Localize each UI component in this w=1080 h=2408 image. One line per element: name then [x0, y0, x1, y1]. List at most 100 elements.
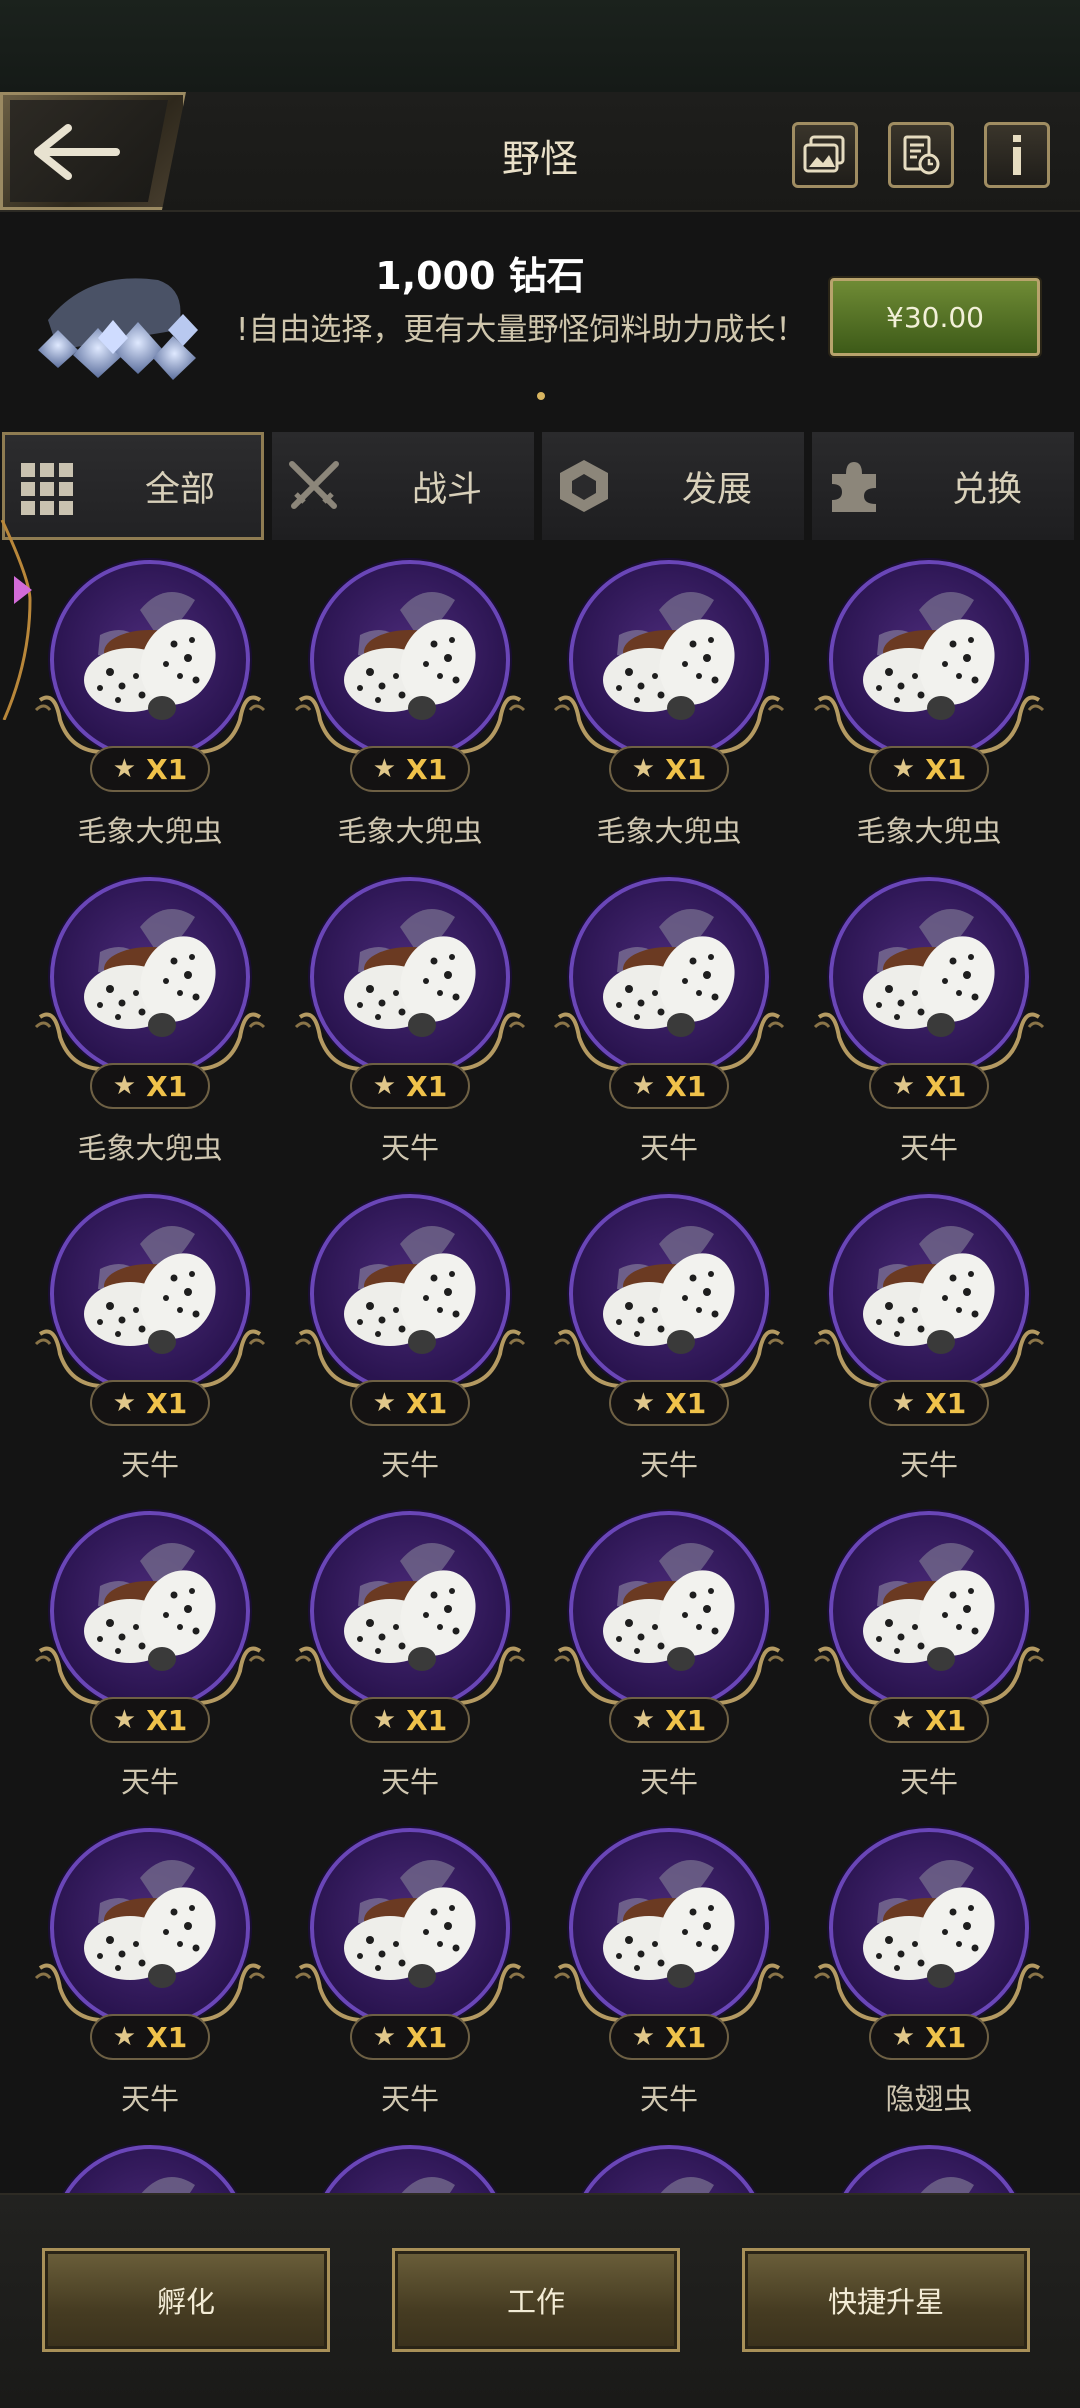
- monster-card[interactable]: ★ X1 天牛: [549, 877, 789, 1177]
- star-count-badge: ★ X1: [609, 2014, 729, 2060]
- buy-price-button[interactable]: ¥30.00: [830, 278, 1040, 356]
- star-icon: ★: [891, 1388, 916, 1418]
- monster-card[interactable]: ★ X1 毛象大兜虫: [549, 560, 789, 860]
- monster-count: X1: [146, 1069, 188, 1103]
- monster-count: X1: [665, 1069, 707, 1103]
- monster-name: 毛象大兜虫: [77, 814, 223, 848]
- star-icon: ★: [372, 2022, 397, 2052]
- star-icon: ★: [891, 754, 916, 784]
- monster-name: 天牛: [899, 1765, 958, 1799]
- back-arrow-icon[interactable]: [20, 112, 130, 192]
- monster-name: 毛象大兜虫: [856, 814, 1002, 848]
- monster-card[interactable]: ★ X1 毛象大兜虫: [290, 560, 530, 860]
- monster-card[interactable]: ★ X1 毛象大兜虫: [30, 877, 270, 1177]
- tab-combat-label: 战斗: [411, 469, 482, 510]
- beetle-image: [141, 2177, 195, 2193]
- monster-name: 天牛: [899, 1448, 958, 1482]
- monster-card[interactable]: ★ X1 毛象大兜虫: [809, 560, 1049, 860]
- monster-count: X1: [665, 752, 707, 786]
- offer-title: 1,000 钻石: [375, 254, 585, 298]
- tab-combat[interactable]: 战斗: [272, 432, 534, 540]
- monster-card[interactable]: ★ X1 隐翅虫: [809, 1828, 1049, 2128]
- star-count-badge: ★ X1: [609, 746, 729, 792]
- beetle-image: [401, 2177, 455, 2193]
- monster-card[interactable]: ★ X1 天牛: [809, 1511, 1049, 1811]
- monster-name: 毛象大兜虫: [77, 1131, 223, 1165]
- monster-name: 毛象大兜虫: [337, 814, 483, 848]
- diamond-pile-icon: [38, 278, 198, 380]
- monster-card-partial[interactable]: [549, 2145, 789, 2193]
- monster-name: 天牛: [120, 1448, 179, 1482]
- star-icon: ★: [631, 1388, 656, 1418]
- carousel-indicator: [537, 392, 545, 400]
- monster-card[interactable]: ★ X1 天牛: [549, 1828, 789, 2128]
- star-count-badge: ★ X1: [350, 1063, 470, 1109]
- star-icon: ★: [631, 1705, 656, 1735]
- monster-count: X1: [406, 1703, 448, 1737]
- star-count-badge: ★ X1: [869, 1380, 989, 1426]
- tab-exchange[interactable]: 兑换: [812, 432, 1074, 540]
- monster-card[interactable]: ★ X1 天牛: [809, 1194, 1049, 1494]
- monster-card[interactable]: ★ X1 天牛: [30, 1511, 270, 1811]
- star-icon: ★: [112, 1388, 137, 1418]
- quick-star-button[interactable]: 快捷升星: [742, 2248, 1030, 2352]
- monster-name: 天牛: [380, 1765, 439, 1799]
- monster-count: X1: [925, 752, 967, 786]
- star-count-badge: ★ X1: [869, 1063, 989, 1109]
- monster-count: X1: [146, 1386, 188, 1420]
- hexagon-icon: [560, 460, 608, 512]
- monster-card[interactable]: ★ X1 天牛: [30, 1828, 270, 2128]
- monster-name: 天牛: [639, 1131, 698, 1165]
- top-strip: [0, 0, 1080, 92]
- monster-name: 天牛: [120, 2082, 179, 2116]
- monster-card[interactable]: ★ X1 天牛: [30, 1194, 270, 1494]
- monster-card[interactable]: ★ X1 天牛: [809, 877, 1049, 1177]
- tab-exchange-label: 兑换: [951, 469, 1022, 510]
- monster-card[interactable]: ★ X1 天牛: [549, 1511, 789, 1811]
- star-count-badge: ★ X1: [609, 1697, 729, 1743]
- star-count-badge: ★ X1: [350, 2014, 470, 2060]
- beetle-image: [920, 2177, 974, 2193]
- info-icon: [1013, 135, 1021, 175]
- monster-count: X1: [925, 1703, 967, 1737]
- gallery-button[interactable]: [792, 122, 858, 188]
- monster-card[interactable]: ★ X1 天牛: [290, 877, 530, 1177]
- monster-card[interactable]: ★ X1 天牛: [549, 1194, 789, 1494]
- monster-card-partial[interactable]: [290, 2145, 530, 2193]
- star-count-badge: ★ X1: [90, 2014, 210, 2060]
- monster-count: X1: [665, 1703, 707, 1737]
- tab-development-label: 发展: [681, 469, 752, 510]
- grid-icon: [21, 463, 73, 515]
- tab-development[interactable]: 发展: [542, 432, 804, 540]
- info-button[interactable]: [984, 122, 1050, 188]
- star-icon: ★: [891, 2022, 916, 2052]
- hatch-button[interactable]: 孵化: [42, 2248, 330, 2352]
- monster-card-partial[interactable]: [30, 2145, 270, 2193]
- star-count-badge: ★ X1: [609, 1063, 729, 1109]
- monster-card[interactable]: ★ X1 天牛: [290, 1828, 530, 2128]
- gallery-icon: [803, 135, 845, 173]
- monster-card[interactable]: ★ X1 天牛: [290, 1511, 530, 1811]
- monster-card[interactable]: ★ X1 毛象大兜虫: [30, 560, 270, 860]
- monster-card-partial[interactable]: [809, 2145, 1049, 2193]
- star-icon: ★: [372, 1388, 397, 1418]
- puzzle-icon: [832, 462, 876, 512]
- monster-name: 毛象大兜虫: [596, 814, 742, 848]
- star-count-badge: ★ X1: [90, 1697, 210, 1743]
- star-icon: ★: [631, 754, 656, 784]
- star-icon: ★: [372, 754, 397, 784]
- monster-count: X1: [406, 1386, 448, 1420]
- star-count-badge: ★ X1: [869, 2014, 989, 2060]
- history-button[interactable]: [888, 122, 954, 188]
- beetle-image: [660, 2177, 714, 2193]
- tab-all[interactable]: 全部: [2, 432, 264, 540]
- monster-count: X1: [665, 1386, 707, 1420]
- monster-count: X1: [665, 2020, 707, 2054]
- monster-name: 天牛: [899, 1131, 958, 1165]
- monster-card[interactable]: ★ X1 天牛: [290, 1194, 530, 1494]
- monster-count: X1: [146, 1703, 188, 1737]
- star-icon: ★: [112, 754, 137, 784]
- star-icon: ★: [372, 1705, 397, 1735]
- monster-count: X1: [406, 752, 448, 786]
- work-button[interactable]: 工作: [392, 2248, 680, 2352]
